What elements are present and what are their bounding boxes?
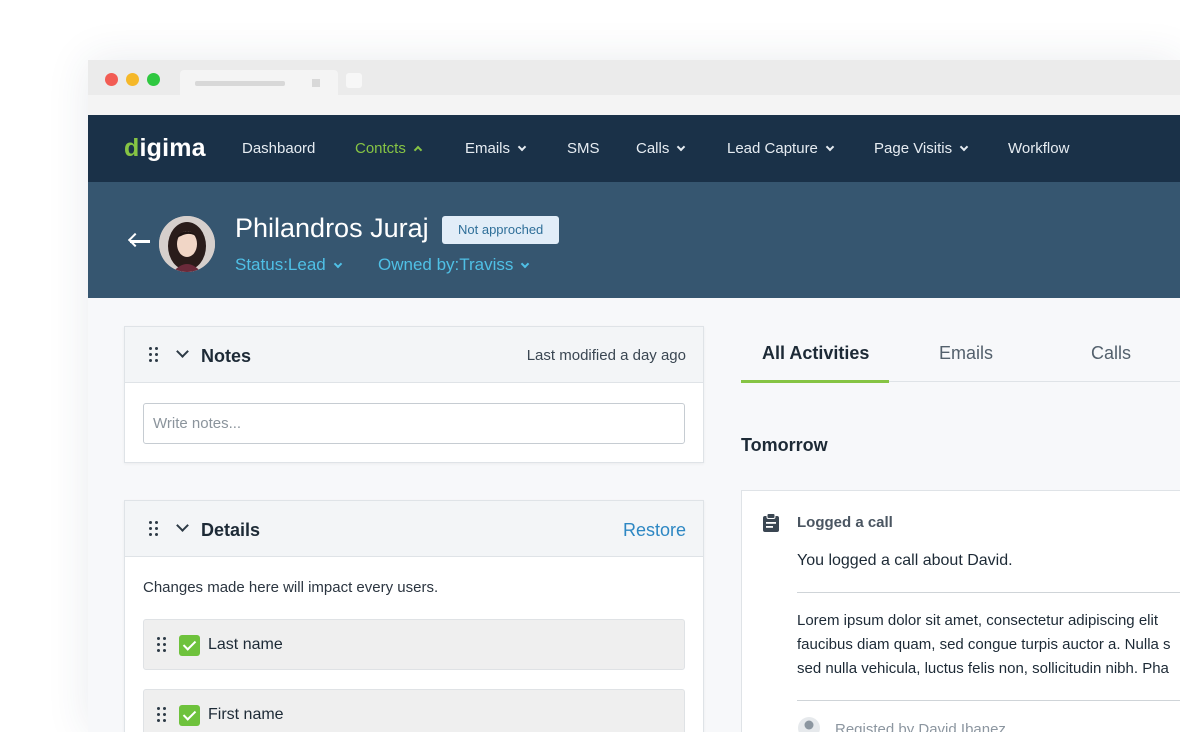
maximize-window-button[interactable] (147, 73, 160, 86)
activity-body: Lorem ipsum dolor sit amet, consectetur … (797, 612, 1171, 677)
nav-item-sms[interactable]: SMS (567, 140, 600, 157)
browser-window: digima Dashbaord Contcts Emails SMS Call… (88, 60, 1180, 732)
notes-input[interactable] (143, 403, 685, 444)
section-heading: Tomorrow (741, 435, 828, 455)
field-row-last-name: Last name (143, 619, 685, 670)
tab-calls[interactable]: Calls (1091, 343, 1131, 364)
chevron-down-icon (825, 142, 835, 152)
status-dropdown[interactable]: Status:Lead (235, 255, 342, 275)
details-title: Details (201, 520, 261, 540)
nav-item-lead-capture[interactable]: Lead Capture (727, 140, 835, 157)
collapse-chevron-icon[interactable] (176, 519, 189, 532)
back-arrow-icon[interactable] (127, 232, 150, 250)
drag-handle-icon[interactable] (157, 637, 167, 653)
clipboard-icon (763, 513, 779, 532)
nav-item-page-visits[interactable]: Page Visitis (874, 140, 969, 157)
tab-close-icon[interactable] (312, 79, 320, 87)
details-note: Changes made here will impact every user… (143, 579, 439, 596)
notes-card: Notes Last modified a day ago (124, 326, 704, 463)
nav-item-dashboard[interactable]: Dashbaord (242, 140, 315, 157)
browser-chrome (88, 60, 1180, 115)
chevron-down-icon (517, 142, 527, 152)
last-modified-text: Last modified a day ago (526, 347, 686, 364)
tab-title-placeholder (195, 81, 285, 86)
registered-by-text: Registed by David Ibanez (835, 721, 1006, 732)
notes-card-header: Notes Last modified a day ago (125, 327, 703, 383)
restore-link[interactable]: Restore (623, 520, 686, 541)
user-avatar-icon (798, 717, 820, 732)
activity-divider (797, 592, 1180, 593)
collapse-chevron-icon[interactable] (176, 345, 189, 358)
first-name-checkbox[interactable] (179, 705, 200, 726)
new-tab-button[interactable] (346, 73, 362, 88)
chevron-down-icon (959, 142, 969, 152)
close-window-button[interactable] (105, 73, 118, 86)
browser-tab[interactable] (180, 70, 338, 95)
nav-item-workflow[interactable]: Workflow (1008, 140, 1069, 157)
owner-dropdown[interactable]: Owned by:Traviss (378, 255, 530, 275)
status-badge: Not approched (442, 216, 560, 244)
contact-header: Philandros Juraj Not approched Status:Le… (88, 182, 1180, 298)
last-name-checkbox[interactable] (179, 635, 200, 656)
activity-card: Logged a call You logged a call about Da… (741, 490, 1180, 732)
activity-divider (797, 700, 1180, 701)
chevron-down-icon (677, 142, 686, 152)
chevron-up-icon (413, 145, 423, 155)
avatar (159, 216, 215, 272)
contact-name: Philandros Juraj (235, 213, 429, 243)
drag-handle-icon[interactable] (157, 707, 167, 723)
active-tab-indicator (741, 380, 889, 383)
chevron-down-icon (521, 259, 530, 269)
details-card: Details Restore Changes made here will i… (124, 500, 704, 732)
digima-logo[interactable]: digima (124, 134, 206, 163)
field-label: First name (208, 706, 284, 723)
tab-all-activities[interactable]: All Activities (762, 343, 869, 364)
top-nav: digima Dashbaord Contcts Emails SMS Call… (88, 115, 1180, 182)
activity-title: Logged a call (797, 514, 893, 531)
nav-item-calls[interactable]: Calls (636, 140, 686, 157)
details-card-header: Details Restore (125, 501, 703, 557)
drag-handle-icon[interactable] (149, 347, 159, 363)
nav-item-emails[interactable]: Emails (465, 140, 527, 157)
avatar-image (159, 216, 215, 272)
minimize-window-button[interactable] (126, 73, 139, 86)
activity-summary: You logged a call about David. (797, 552, 1013, 569)
drag-handle-icon[interactable] (149, 521, 159, 537)
tab-emails[interactable]: Emails (939, 343, 993, 364)
address-strip (88, 95, 1180, 115)
chevron-down-icon (333, 259, 342, 269)
nav-item-contacts[interactable]: Contcts (355, 140, 423, 157)
notes-title: Notes (201, 346, 252, 366)
field-row-first-name: First name (143, 689, 685, 732)
field-label: Last name (208, 636, 283, 653)
